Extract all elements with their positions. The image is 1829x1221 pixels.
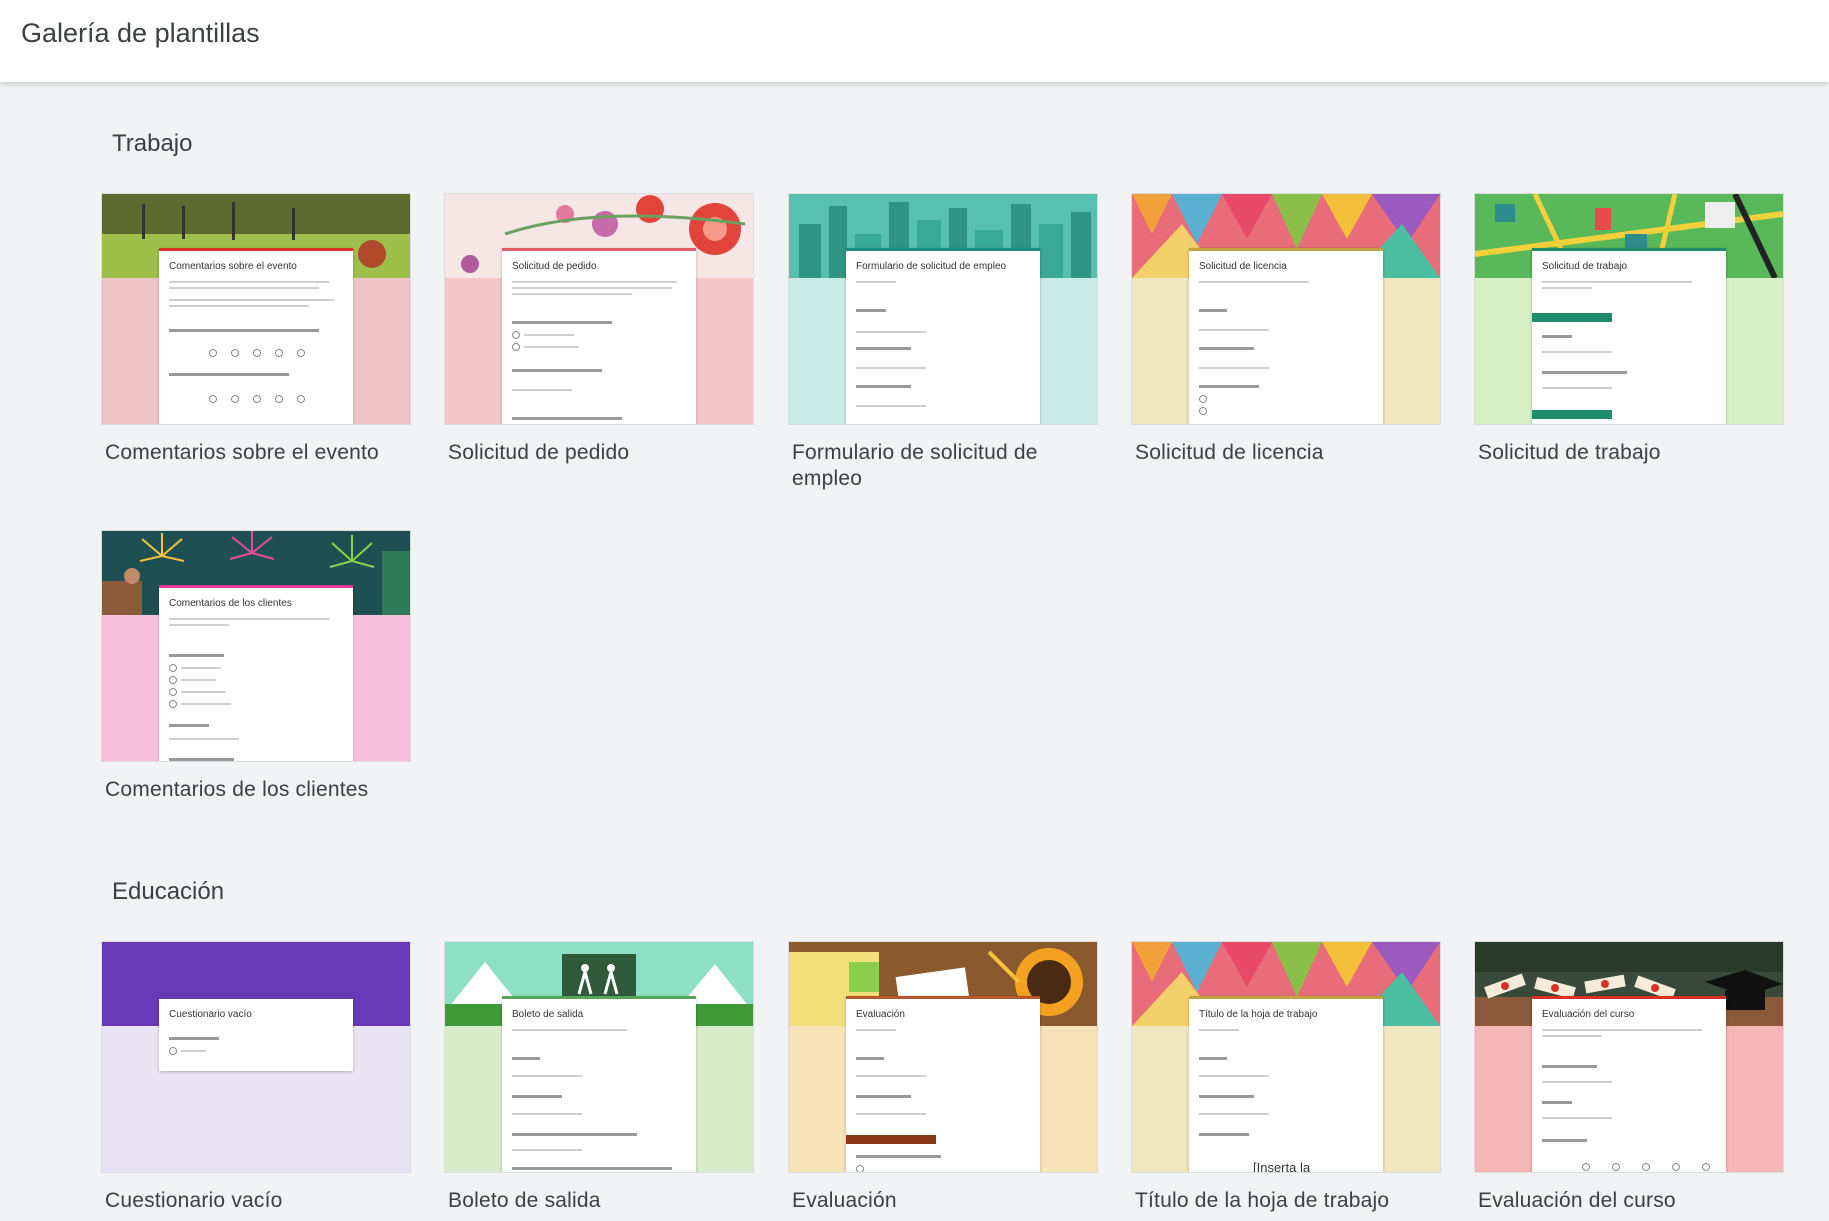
template-thumbnail[interactable]: Boleto de salida <box>444 941 754 1173</box>
template-thumbnail[interactable]: Título de la hoja de trabajo [Inserta la <box>1131 941 1441 1173</box>
template-card-solicitud-pedido[interactable]: Solicitud de pedido Solicitud de pedido <box>444 193 754 466</box>
template-label[interactable]: Comentarios sobre el evento <box>101 440 411 466</box>
preview-title: Comentarios sobre el evento <box>169 261 297 272</box>
template-label[interactable]: Formulario de solicitud de empleo <box>788 440 1098 492</box>
template-thumbnail[interactable]: Evaluación <box>788 941 1098 1173</box>
template-card-evaluacion[interactable]: Evaluación Evaluación <box>788 941 1098 1214</box>
template-label[interactable]: Evaluación del curso <box>1474 1188 1784 1214</box>
template-label[interactable]: Solicitud de trabajo <box>1474 440 1784 466</box>
template-card-evaluacion-curso[interactable]: Evaluación del curso Evaluación del curs… <box>1474 941 1784 1214</box>
preview-placeholder-text: [Inserta la <box>1253 1160 1311 1173</box>
template-thumbnail[interactable]: Solicitud de pedido <box>444 193 754 425</box>
template-card-comentarios-clientes[interactable]: Comentarios de los clientes Comentarios … <box>101 530 411 803</box>
template-thumbnail[interactable]: Cuestionario vacío <box>101 941 411 1173</box>
template-label[interactable]: Boleto de salida <box>444 1188 754 1214</box>
template-thumbnail[interactable]: Formulario de solicitud de empleo <box>788 193 1098 425</box>
template-label[interactable]: Cuestionario vacío <box>101 1188 411 1214</box>
preview-title: Evaluación <box>856 1009 905 1020</box>
template-card-solicitud-licencia[interactable]: Solicitud de licencia Solicitud de licen… <box>1131 193 1441 466</box>
template-label[interactable]: Solicitud de licencia <box>1131 440 1441 466</box>
preview-title: Título de la hoja de trabajo <box>1199 1009 1318 1020</box>
section-title-trabajo: Trabajo <box>112 130 193 157</box>
preview-title: Formulario de solicitud de empleo <box>856 261 1007 272</box>
template-thumbnail[interactable]: Solicitud de trabajo <box>1474 193 1784 425</box>
template-thumbnail[interactable]: Comentarios sobre el evento <box>101 193 411 425</box>
preview-title: Boleto de salida <box>512 1009 584 1020</box>
template-thumbnail[interactable]: Solicitud de licencia <box>1131 193 1441 425</box>
template-label[interactable]: Evaluación <box>788 1188 1098 1214</box>
section-title-educacion: Educación <box>112 878 225 905</box>
preview-title: Comentarios de los clientes <box>169 598 292 609</box>
template-label[interactable]: Comentarios de los clientes <box>101 777 411 803</box>
template-card-solicitud-empleo[interactable]: Formulario de solicitud de empleo Formul… <box>788 193 1098 492</box>
template-label[interactable]: Título de la hoja de trabajo <box>1131 1188 1441 1214</box>
template-card-hoja-trabajo[interactable]: Título de la hoja de trabajo [Inserta la… <box>1131 941 1441 1214</box>
app-header: Galería de plantillas <box>0 0 1829 82</box>
page-title: Galería de plantillas <box>21 18 260 48</box>
preview-title: Solicitud de licencia <box>1199 261 1287 272</box>
template-card-solicitud-trabajo[interactable]: Solicitud de trabajo Solicitud de trabaj… <box>1474 193 1784 466</box>
preview-title: Solicitud de pedido <box>512 261 597 272</box>
preview-title: Evaluación del curso <box>1542 1009 1635 1020</box>
template-thumbnail[interactable]: Evaluación del curso <box>1474 941 1784 1173</box>
preview-title: Cuestionario vacío <box>169 1009 252 1020</box>
preview-title: Solicitud de trabajo <box>1542 261 1628 272</box>
template-card-comentarios-evento[interactable]: Comentarios sobre el evento Comentarios … <box>101 193 411 466</box>
template-label[interactable]: Solicitud de pedido <box>444 440 754 466</box>
template-card-cuestionario-vacio[interactable]: Cuestionario vacío Cuestionario vacío <box>101 941 411 1214</box>
template-card-boleto-salida[interactable]: Boleto de salida Boleto de salida <box>444 941 754 1214</box>
template-thumbnail[interactable]: Comentarios de los clientes <box>101 530 411 762</box>
